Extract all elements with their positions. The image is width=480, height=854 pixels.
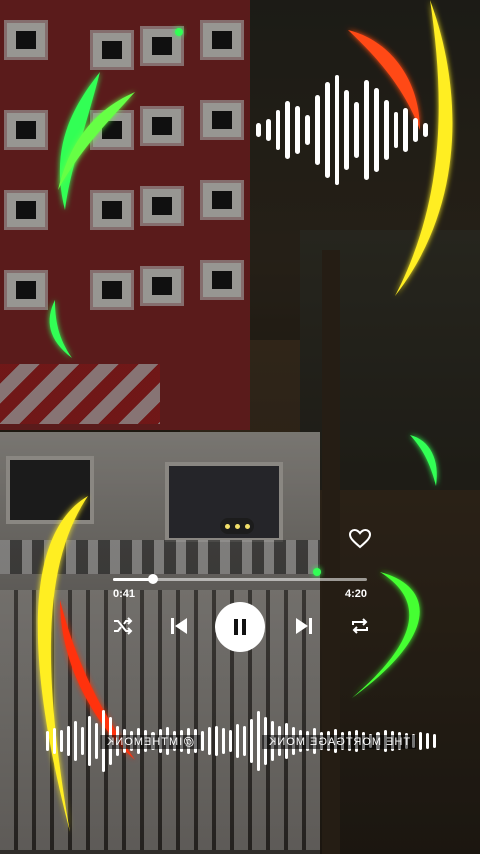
total-time: 4:20 xyxy=(345,588,368,600)
waveform-bar xyxy=(228,730,232,752)
waveform-bar xyxy=(344,90,350,170)
handle-label-mirrored: @IMTHEMONK xyxy=(100,735,201,749)
waveform-bar xyxy=(373,88,379,172)
dot-icon xyxy=(224,523,230,529)
waveform-bar xyxy=(207,727,211,755)
progress-knob[interactable] xyxy=(147,574,158,584)
waveform-bar xyxy=(214,726,218,756)
waveform-bar xyxy=(256,711,260,771)
waveform-bar xyxy=(432,734,436,748)
waveform-bar xyxy=(393,112,399,148)
waveform-bar xyxy=(423,123,428,137)
waveform-bar xyxy=(53,728,57,754)
waveform-bar xyxy=(314,95,320,165)
waveform-bar xyxy=(334,75,340,185)
waveform-bar xyxy=(364,80,369,180)
waveform-bar xyxy=(413,118,419,142)
repeat-button[interactable] xyxy=(347,604,373,648)
waveform-bar xyxy=(74,721,78,761)
waveform-bar xyxy=(60,730,64,752)
waveform-top xyxy=(256,74,428,186)
waveform-bar xyxy=(95,723,99,759)
waveform-bar xyxy=(383,100,389,160)
more-options-button[interactable] xyxy=(220,518,254,534)
shuffle-button[interactable] xyxy=(110,604,136,648)
waveform-bar xyxy=(305,115,310,145)
pause-icon xyxy=(234,619,246,635)
waveform-bar xyxy=(324,82,330,178)
waveform-bar xyxy=(295,106,301,154)
waveform-bar xyxy=(67,726,71,756)
current-time: 0:41 xyxy=(113,588,136,600)
previous-icon xyxy=(171,618,187,634)
waveform-bar xyxy=(256,123,261,137)
waveform-bar xyxy=(285,101,291,159)
waveform-bar xyxy=(200,731,204,751)
title-label-mirrored: THE MORTGAGE MONK xyxy=(262,735,417,749)
previous-button[interactable] xyxy=(166,604,192,648)
shuffle-icon xyxy=(114,617,133,635)
waveform-bar xyxy=(242,726,246,756)
waveform-bar xyxy=(221,728,225,754)
waveform-bar xyxy=(46,731,50,751)
waveform-bar xyxy=(265,119,271,141)
next-icon xyxy=(296,618,312,634)
waveform-bar xyxy=(403,108,409,152)
like-button[interactable] xyxy=(348,527,372,551)
progress-bar[interactable] xyxy=(113,574,367,584)
waveform-bar xyxy=(88,716,92,766)
dot-icon xyxy=(244,523,250,529)
repeat-icon xyxy=(352,618,368,634)
waveform-bar xyxy=(235,724,239,758)
waveform-bar xyxy=(425,733,429,749)
dot-icon xyxy=(234,523,240,529)
heart-icon xyxy=(348,528,372,549)
waveform-bar xyxy=(249,719,253,763)
waveform-bar xyxy=(418,732,422,750)
waveform-bar xyxy=(354,102,360,158)
next-button[interactable] xyxy=(291,604,317,648)
waveform-bar xyxy=(81,727,85,755)
waveform-bar xyxy=(275,110,281,150)
pause-button[interactable] xyxy=(215,602,265,652)
progress-fill xyxy=(113,578,153,581)
